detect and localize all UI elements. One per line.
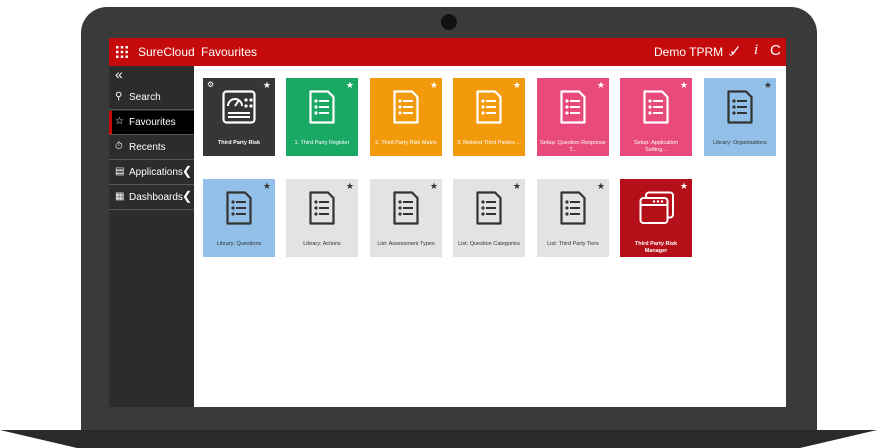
tile-label: 2. Third Party Risk Matrix (375, 140, 437, 146)
favourite-star-icon[interactable]: ★ (680, 80, 688, 91)
brand-name[interactable]: SureCloud (138, 45, 195, 59)
sidebar-item-label: Recents (129, 142, 166, 153)
tile-label: List: Assessment Types (377, 241, 435, 247)
sidebar-item-dashboards[interactable]: ▦ Dashboards ❮ (109, 186, 194, 210)
favourite-star-icon[interactable]: ★ (430, 181, 438, 192)
sidebar-item-label: Dashboards (129, 192, 183, 203)
favourite-star-icon[interactable]: ★ (263, 181, 271, 192)
favourite-star-icon[interactable]: ★ (597, 80, 605, 91)
search-icon: ⚲ (115, 91, 123, 102)
sidebar-item-label: Search (129, 92, 161, 103)
document-icon (476, 191, 502, 225)
favourite-tile[interactable]: ⚙ ★ Third Party Risk (203, 78, 275, 156)
tile-label: Setup: Question Response T... (540, 140, 606, 153)
chevron-left-icon: ❮ (182, 164, 193, 178)
favourite-tile[interactable]: ★ Library: Organisations (704, 78, 776, 156)
favourite-tile[interactable]: ★ Setup: Application Setting... (620, 78, 692, 156)
favourite-tile[interactable]: ★ 1. Third Party Register (286, 78, 358, 156)
dashboard-badge-icon: ⚙ (207, 80, 215, 89)
document-icon (476, 90, 502, 124)
favourite-tile[interactable]: ★ Library: Questions (203, 179, 275, 257)
favourite-star-icon[interactable]: ★ (430, 80, 438, 91)
chevron-left-icon: ❮ (182, 189, 193, 203)
favourite-star-icon[interactable]: ★ (680, 181, 688, 192)
document-icon (309, 90, 335, 124)
sidebar-item-label: Applications (129, 167, 183, 178)
sidebar: « ⚲ Search ☆ Favourites ⏱ Recents ▤ Appl… (109, 66, 194, 407)
tile-label: List: Third Party Tiers (547, 241, 599, 247)
app-grid-icon[interactable] (116, 46, 128, 58)
tile-label: Third Party Risk Manager (634, 241, 678, 254)
sidebar-item-recents[interactable]: ⏱ Recents (109, 136, 194, 160)
favourite-tile[interactable]: ★ List: Third Party Tiers (537, 179, 609, 257)
favourite-tile[interactable]: ★ List: Question Categories (453, 179, 525, 257)
document-icon (226, 191, 252, 225)
sidebar-item-applications[interactable]: ▤ Applications ❮ (109, 161, 194, 185)
sidebar-item-label: Favourites (129, 117, 176, 128)
favourite-star-icon[interactable]: ★ (764, 80, 772, 91)
document-icon (727, 90, 753, 124)
star-icon: ☆ (115, 116, 124, 127)
document-icon (393, 191, 419, 225)
top-bar: SureCloud Favourites Demo TPRM ⌄ ✓ i C (109, 38, 786, 66)
document-icon (309, 191, 335, 225)
favourite-tile[interactable]: ★ 2. Third Party Risk Matrix (370, 78, 442, 156)
tile-label: Library: Organisations (713, 140, 767, 146)
document-icon (560, 191, 586, 225)
check-icon[interactable]: ✓ (729, 42, 742, 60)
dashboard-icon: ▦ (115, 191, 125, 202)
sidebar-item-favourites[interactable]: ☆ Favourites (109, 111, 194, 135)
info-icon[interactable]: i (754, 42, 758, 59)
tile-label: Library: Questions (216, 241, 262, 247)
document-icon (560, 90, 586, 124)
tile-label: List: Question Categories (458, 241, 520, 247)
refresh-icon[interactable]: C (770, 42, 781, 59)
favourite-star-icon[interactable]: ★ (346, 80, 354, 91)
favourite-tile[interactable]: ★ Setup: Question Response T... (537, 78, 609, 156)
favourite-star-icon[interactable]: ★ (263, 80, 271, 91)
sidebar-item-search[interactable]: ⚲ Search (109, 86, 194, 110)
favourite-star-icon[interactable]: ★ (597, 181, 605, 192)
tile-label: 1. Third Party Register (294, 140, 350, 146)
app-screen: SureCloud Favourites Demo TPRM ⌄ ✓ i C « … (109, 38, 786, 407)
applications-icon: ▤ (115, 166, 125, 177)
tile-label: Third Party Risk (217, 140, 261, 146)
page-title: Favourites (201, 45, 258, 59)
document-icon (393, 90, 419, 124)
application-window-icon (639, 191, 674, 225)
favourite-star-icon[interactable]: ★ (513, 181, 521, 192)
document-icon (643, 90, 669, 124)
webcam (441, 14, 457, 30)
tile-label: Library: Actions (303, 241, 341, 247)
favourite-tile[interactable]: ★ List: Assessment Types (370, 179, 442, 257)
favourite-tile[interactable]: ★ Library: Actions (286, 179, 358, 257)
environment-selector[interactable]: Demo TPRM ⌄ (654, 45, 735, 59)
tile-label: 3. Riskiest Third Parties ... (456, 140, 522, 146)
favourite-star-icon[interactable]: ★ (513, 80, 521, 91)
laptop-base (0, 430, 877, 448)
favourite-tile[interactable]: ★ Third Party Risk Manager (620, 179, 692, 257)
dashboard-icon (222, 90, 256, 124)
environment-label: Demo TPRM (654, 45, 724, 59)
favourite-tile[interactable]: ★ 3. Riskiest Third Parties ... (453, 78, 525, 156)
clock-icon: ⏱ (115, 141, 123, 152)
tile-label: Setup: Application Setting... (633, 140, 679, 153)
favourite-star-icon[interactable]: ★ (346, 181, 354, 192)
collapse-sidebar-icon[interactable]: « (115, 66, 123, 82)
